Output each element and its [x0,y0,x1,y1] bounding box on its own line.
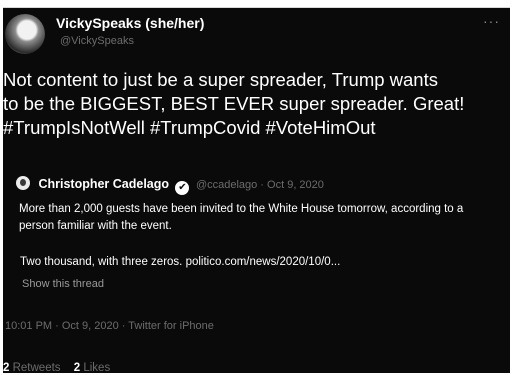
tweet-text: Not content to just be a super spreader,… [3,68,508,140]
quoted-author-name[interactable]: Christopher Cadelago [38,177,169,191]
likes-count[interactable]: 2 [74,362,80,373]
tweet-text-line: Not content to just be a super spreader,… [3,69,438,90]
retweets-count[interactable]: 2 [3,362,9,373]
quoted-tweet-header: Christopher Cadelago ✔ @ccadelago · Oct … [16,175,324,195]
author-handle[interactable]: @VickySpeaks [60,35,134,47]
tweet-text-line: to be the BIGGEST, BEST EVER super sprea… [3,93,465,114]
quoted-tweet[interactable]: Christopher Cadelago ✔ @ccadelago · Oct … [16,165,496,303]
tweet-hashtags[interactable]: #TrumpIsNotWell #TrumpCovid #VoteHimOut [3,116,508,140]
tweet-timestamp[interactable]: 10:01 PM · Oct 9, 2020 · Twitter for iPh… [5,320,214,332]
show-thread-link[interactable]: Show this thread [22,278,104,290]
quoted-text-line: Two thousand, with three zeros. [20,256,183,268]
quoted-link[interactable]: politico.com/news/2020/10/0... [186,256,341,268]
tweet-stats: 2 Retweets 2 Likes [3,362,120,373]
quoted-text-second: Two thousand, with three zeros. politico… [20,256,340,268]
author-display-name[interactable]: VickySpeaks (she/her) [56,15,204,31]
quoted-avatar[interactable] [16,176,30,190]
quoted-text: More than 2,000 guests have been invited… [19,203,464,232]
retweets-label[interactable]: Retweets [13,362,61,373]
quoted-handle-date[interactable]: @ccadelago · Oct 9, 2020 [196,179,324,191]
more-options-icon[interactable]: ··· [483,13,500,29]
verified-badge-icon: ✔ [175,181,190,195]
likes-label[interactable]: Likes [83,362,110,373]
avatar[interactable] [5,14,45,54]
tweet-card: VickySpeaks (she/her) @VickySpeaks ··· N… [3,7,510,373]
